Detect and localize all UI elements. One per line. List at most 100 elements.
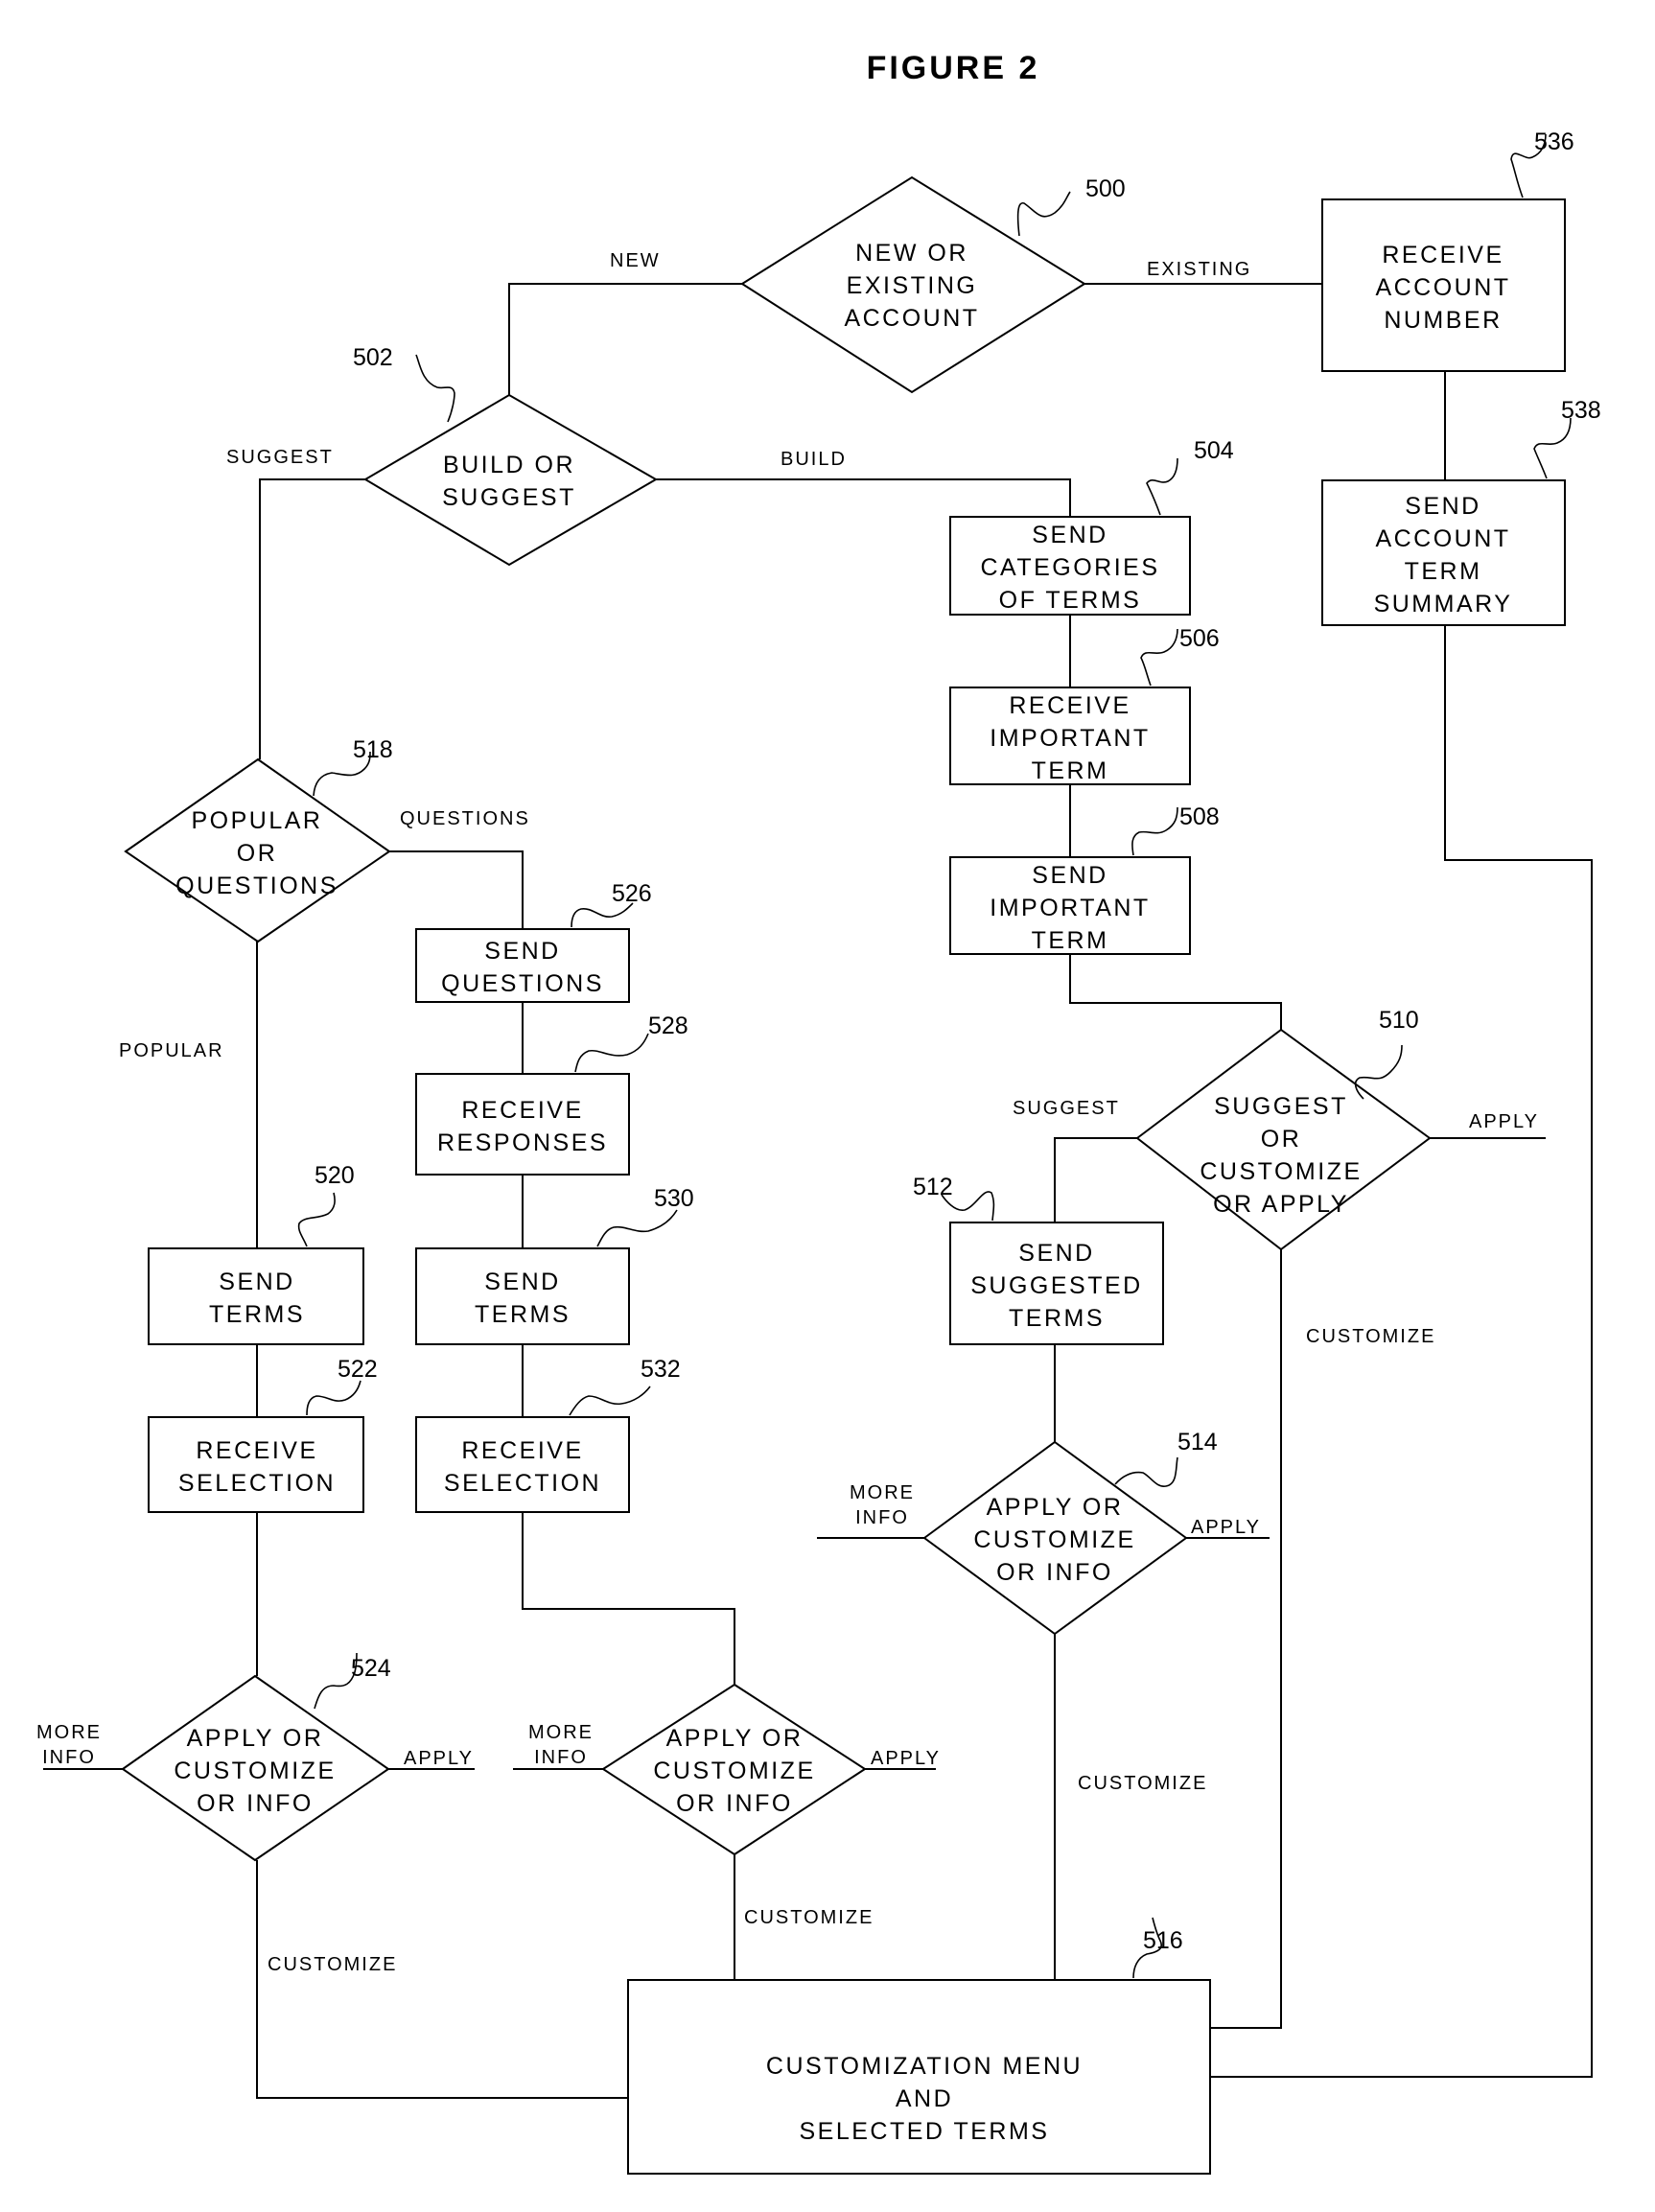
node-label-line: TERMS xyxy=(1009,1305,1105,1332)
leader-538 xyxy=(1533,417,1572,479)
figure-title: FIGURE 2 xyxy=(867,50,1040,86)
leader-520 xyxy=(297,1192,336,1247)
edge-label-line: INFO xyxy=(855,1507,909,1528)
label-528: RECEIVE RESPONSES xyxy=(437,1097,608,1156)
node-label-line: RECEIVE xyxy=(1009,692,1131,719)
edge-518-questions xyxy=(389,850,524,929)
node-label-line: TERMS xyxy=(209,1301,305,1328)
edge-label-customize-510: CUSTOMIZE xyxy=(1306,1326,1435,1347)
edge-label-build: BUILD xyxy=(781,449,847,470)
flowchart: FIGURE 2 500 536 538 502 504 506 508 510… xyxy=(36,50,1601,2175)
node-label-line: APPLY OR xyxy=(187,1725,324,1752)
node-label-line: OR INFO xyxy=(996,1559,1113,1586)
node-label-line: OR APPLY xyxy=(1213,1191,1349,1218)
edge-label-suggest-502: SUGGEST xyxy=(226,447,334,468)
process-520 xyxy=(148,1247,364,1345)
node-label-line: SUGGESTED xyxy=(970,1272,1142,1299)
ref-514: 514 xyxy=(1177,1429,1218,1455)
label-516: CUSTOMIZATION MENU AND SELECTED TERMS xyxy=(766,2053,1083,2145)
ref-536: 536 xyxy=(1534,128,1574,155)
process-528 xyxy=(415,1073,630,1176)
edge-label-customize-534: CUSTOMIZE xyxy=(744,1907,874,1928)
label-506: RECEIVE IMPORTANT TERM xyxy=(990,692,1150,784)
node-label-line: SEND xyxy=(1405,493,1480,520)
label-520: SEND TERMS xyxy=(209,1269,305,1328)
edge-510-customize xyxy=(1210,1249,1282,2029)
leader-522 xyxy=(306,1380,361,1416)
label-500: NEW OR EXISTING ACCOUNT xyxy=(844,240,979,332)
edge-label-line: MORE xyxy=(36,1722,102,1743)
edge-label-line: INFO xyxy=(534,1747,588,1768)
edge-label-line: INFO xyxy=(42,1747,96,1768)
node-label-line: OR INFO xyxy=(197,1790,314,1817)
leader-506 xyxy=(1140,628,1178,687)
edge-label-new: NEW xyxy=(610,250,661,271)
edge-500-new xyxy=(508,283,742,395)
edge-label-more-info-534: MORE INFO xyxy=(528,1722,594,1768)
process-522 xyxy=(148,1416,364,1513)
node-label-line: SELECTION xyxy=(178,1470,336,1497)
label-504: SEND CATEGORIES OF TERMS xyxy=(980,522,1159,614)
leader-528 xyxy=(574,1033,649,1073)
edge-label-more-info-514: MORE INFO xyxy=(850,1482,915,1528)
label-532: RECEIVE SELECTION xyxy=(444,1437,601,1497)
ref-526: 526 xyxy=(612,880,652,907)
edge-label-apply-524: APPLY xyxy=(404,1748,474,1769)
leader-502 xyxy=(415,354,455,423)
decision-502 xyxy=(363,393,658,567)
node-label-line: AND xyxy=(896,2085,953,2112)
ref-502: 502 xyxy=(353,344,393,371)
ref-510: 510 xyxy=(1379,1007,1419,1034)
leader-530 xyxy=(596,1209,678,1247)
node-label-line: SELECTED TERMS xyxy=(800,2118,1050,2145)
node-label-line: SELECTION xyxy=(444,1470,601,1497)
edge-502-suggest xyxy=(259,478,365,759)
edge-label-popular: POPULAR xyxy=(119,1040,224,1061)
edge-502-build xyxy=(656,478,1071,517)
node-label-line: OF TERMS xyxy=(999,587,1142,614)
leader-514 xyxy=(1114,1456,1178,1487)
node-label-line: TERM xyxy=(1032,927,1109,954)
edge-label-apply-510: APPLY xyxy=(1469,1111,1539,1132)
node-label-line: EXISTING xyxy=(847,272,978,299)
leader-532 xyxy=(569,1385,651,1416)
node-label-line: ACCOUNT xyxy=(1375,274,1510,301)
node-label-line: CUSTOMIZATION MENU xyxy=(766,2053,1083,2080)
label-514: APPLY OR CUSTOMIZE OR INFO xyxy=(973,1494,1135,1586)
node-label-line: SEND xyxy=(1032,862,1107,889)
node-label-line: CATEGORIES xyxy=(980,554,1159,581)
leader-510 xyxy=(1354,1044,1403,1100)
ref-524: 524 xyxy=(351,1655,391,1682)
node-labels: NEW OR EXISTING ACCOUNT RECEIVE ACCOUNT NUMB… xyxy=(174,240,1510,2145)
node-label-line: RECEIVE xyxy=(196,1437,317,1464)
node-label-line: RESPONSES xyxy=(437,1129,608,1156)
leader-504 xyxy=(1146,457,1178,516)
node-label-line: SEND xyxy=(484,1269,560,1295)
node-label-line: SEND xyxy=(484,938,560,965)
leader-508 xyxy=(1131,806,1178,856)
node-label-line: APPLY OR xyxy=(987,1494,1124,1521)
label-502: BUILD OR SUGGEST xyxy=(442,452,576,511)
edge-label-existing: EXISTING xyxy=(1147,259,1251,280)
reference-numbers: 500 536 538 502 504 506 508 510 512 514 … xyxy=(315,128,1601,1954)
ref-500: 500 xyxy=(1085,175,1126,202)
node-label-line: NEW OR xyxy=(855,240,968,267)
ref-528: 528 xyxy=(648,1013,688,1039)
node-label-line: BUILD OR xyxy=(443,452,575,478)
node-label-line: SEND xyxy=(219,1269,294,1295)
edge-label-customize-514: CUSTOMIZE xyxy=(1078,1773,1207,1794)
node-label-line: SEND xyxy=(1018,1240,1094,1267)
node-label-line: CUSTOMIZE xyxy=(1200,1158,1362,1185)
ref-504: 504 xyxy=(1194,437,1234,464)
edge-label-line: MORE xyxy=(850,1482,915,1503)
node-label-line: CUSTOMIZE xyxy=(653,1758,815,1784)
edge-label-apply-514: APPLY xyxy=(1191,1517,1261,1538)
node-label-line: SEND xyxy=(1032,522,1107,548)
node-label-line: RECEIVE xyxy=(461,1437,583,1464)
node-label-line: TERM xyxy=(1405,558,1482,585)
process-530 xyxy=(415,1247,630,1345)
edge-label-questions: QUESTIONS xyxy=(400,808,530,829)
node-label-line: TERMS xyxy=(475,1301,571,1328)
ref-508: 508 xyxy=(1179,803,1220,830)
ref-538: 538 xyxy=(1561,397,1601,424)
